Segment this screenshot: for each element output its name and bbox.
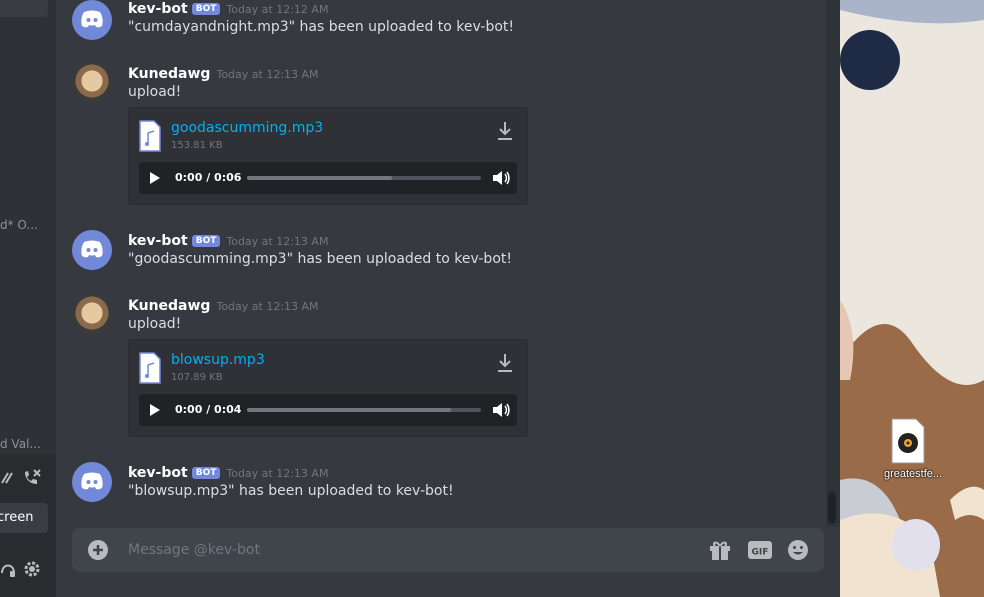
message-input[interactable]	[128, 528, 688, 572]
attachment-filesize: 107.89 KB	[171, 372, 223, 383]
message-header: Kunedawg Today at 12:13 AM	[128, 295, 319, 314]
attachment-filename-link[interactable]: goodascumming.mp3	[171, 120, 323, 136]
timestamp: Today at 12:13 AM	[216, 300, 319, 313]
bot-badge: BOT	[191, 235, 221, 247]
voice-channel-text: d Val...	[0, 437, 41, 451]
channel-sidebar: d* O... d Val... creen	[0, 0, 56, 597]
username[interactable]: Kunedawg	[128, 298, 210, 314]
username[interactable]: kev-bot	[128, 1, 188, 17]
noise-suppression-icon[interactable]	[0, 467, 20, 487]
username[interactable]: Kunedawg	[128, 66, 210, 82]
avatar[interactable]	[72, 63, 112, 103]
message-header: kev-bot BOT Today at 12:12 AM	[128, 0, 328, 17]
settings-gear-icon[interactable]	[22, 559, 42, 579]
avatar[interactable]	[72, 230, 112, 270]
gift-icon[interactable]	[708, 539, 732, 561]
seek-bar[interactable]	[247, 176, 481, 180]
attachment-filename-link[interactable]: blowsup.mp3	[171, 352, 265, 368]
bot-badge: BOT	[191, 467, 221, 479]
scrollbar-thumb[interactable]	[828, 492, 836, 524]
playback-time: 0:00 / 0:04	[175, 403, 242, 416]
disconnect-call-icon[interactable]	[22, 467, 42, 487]
discord-logo-icon	[81, 472, 103, 490]
headphones-icon[interactable]	[0, 559, 20, 579]
chat-scrollbar[interactable]	[826, 0, 840, 527]
svg-text:GIF: GIF	[752, 548, 769, 558]
share-screen-button[interactable]: creen	[0, 503, 48, 533]
emoji-icon[interactable]	[786, 539, 810, 561]
username[interactable]: kev-bot	[128, 465, 188, 481]
message-header: kev-bot BOT Today at 12:13 AM	[128, 462, 328, 481]
message: kev-bot BOT Today at 12:12 AM "cumdayandni…	[56, 0, 816, 42]
audio-player: 0:00 / 0:04	[139, 394, 517, 426]
seek-bar-fill	[247, 176, 393, 180]
volume-icon[interactable]	[491, 401, 511, 419]
download-icon[interactable]	[495, 120, 515, 142]
playback-time: 0:00 / 0:06	[175, 171, 242, 184]
message: kev-bot BOT Today at 12:13 AM "goodascummi…	[56, 230, 816, 274]
message-composer: GIF	[72, 528, 824, 572]
sidebar-top-item[interactable]	[0, 0, 48, 17]
message-text: "goodascumming.mp3" has been uploaded to…	[128, 251, 512, 267]
play-icon[interactable]	[149, 171, 161, 185]
message: kev-bot BOT Today at 12:13 AM "blowsup.mp3…	[56, 462, 816, 506]
seek-bar-fill	[247, 408, 451, 412]
bot-badge: BOT	[191, 3, 221, 15]
wallpaper-art	[840, 0, 984, 597]
desktop-file-label[interactable]: greatestfe...	[868, 468, 958, 480]
sidebar-status-text: d* O...	[0, 218, 38, 232]
audio-attachment: blowsup.mp3 107.89 KB 0:00 / 0:04	[128, 339, 528, 437]
attachment-filesize: 153.81 KB	[171, 140, 223, 151]
desktop-wallpaper: greatestfe...	[840, 0, 984, 597]
audio-attachment: goodascumming.mp3 153.81 KB 0:00 / 0:06	[128, 107, 528, 205]
message-header: Kunedawg Today at 12:13 AM	[128, 63, 319, 82]
message-text: upload!	[128, 316, 182, 332]
avatar[interactable]	[72, 462, 112, 502]
discord-logo-icon	[81, 10, 103, 28]
avatar[interactable]	[72, 295, 112, 335]
message-header: kev-bot BOT Today at 12:13 AM	[128, 230, 328, 249]
audio-file-icon[interactable]	[888, 418, 928, 464]
message-text: "blowsup.mp3" has been uploaded to kev-b…	[128, 483, 454, 499]
message-text: upload!	[128, 84, 182, 100]
chat-area: kev-bot BOT Today at 12:12 AM "cumdayandni…	[56, 0, 826, 597]
username[interactable]: kev-bot	[128, 233, 188, 249]
audio-player: 0:00 / 0:06	[139, 162, 517, 194]
gif-icon[interactable]: GIF	[748, 539, 772, 561]
play-icon[interactable]	[149, 403, 161, 417]
audio-file-icon	[139, 352, 161, 384]
download-icon[interactable]	[495, 352, 515, 374]
add-attachment-icon[interactable]	[88, 540, 108, 560]
timestamp: Today at 12:12 AM	[226, 3, 329, 16]
timestamp: Today at 12:13 AM	[226, 235, 329, 248]
volume-icon[interactable]	[491, 169, 511, 187]
discord-logo-icon	[81, 240, 103, 258]
timestamp: Today at 12:13 AM	[216, 68, 319, 81]
message-text: "cumdayandnight.mp3" has been uploaded t…	[128, 19, 515, 35]
message: Kunedawg Today at 12:13 AM upload! blowsu…	[56, 295, 816, 440]
avatar[interactable]	[72, 0, 112, 40]
audio-file-icon	[139, 120, 161, 152]
message: Kunedawg Today at 12:13 AM upload! goodas…	[56, 63, 816, 208]
timestamp: Today at 12:13 AM	[226, 467, 329, 480]
seek-bar[interactable]	[247, 408, 481, 412]
